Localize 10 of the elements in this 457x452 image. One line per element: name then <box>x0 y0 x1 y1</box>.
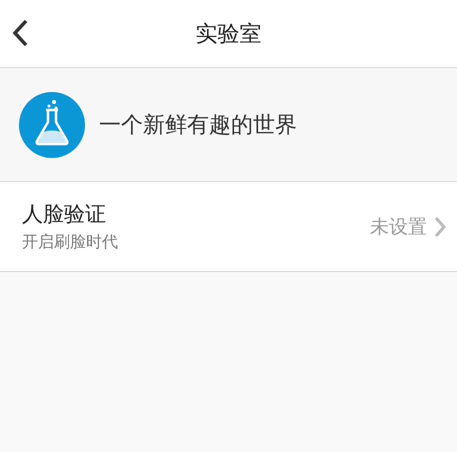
chevron-right-icon <box>433 214 447 238</box>
row-value: 未设置 <box>370 214 427 240</box>
back-icon <box>10 18 30 48</box>
row-subtitle: 开启刷脸时代 <box>22 232 119 253</box>
flask-icon <box>19 92 85 158</box>
banner-text: 一个新鲜有趣的世界 <box>99 112 297 140</box>
back-button[interactable] <box>10 17 30 49</box>
row-title: 人脸验证 <box>22 201 107 228</box>
page-title: 实验室 <box>196 20 262 48</box>
settings-row[interactable]: 人脸验证 开启刷脸时代 未设置 <box>0 182 457 272</box>
